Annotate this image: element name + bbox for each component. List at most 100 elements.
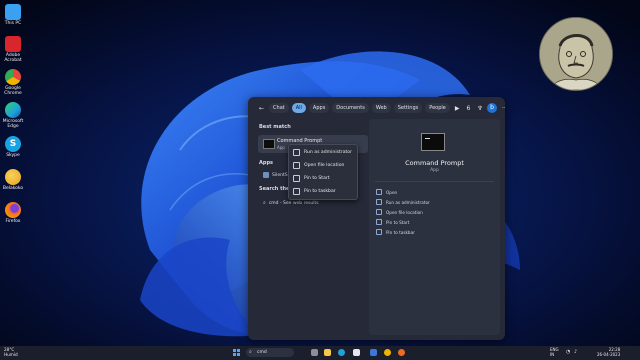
search-icon: ⌕ — [263, 200, 266, 206]
acrobat-icon — [5, 36, 21, 52]
action-open-file-location[interactable]: Open file location — [376, 209, 423, 215]
preview-title: Command Prompt — [405, 159, 464, 167]
desktop-icon-label: Google Chrome — [4, 86, 22, 96]
result-preview-pane: Command Prompt App Open Run as administr… — [369, 119, 500, 335]
edge-icon — [5, 102, 21, 118]
desktop-icon-skype[interactable]: S Skype — [0, 136, 26, 158]
lang-bottom: IN — [550, 352, 555, 357]
search-icon: ⌕ — [249, 349, 252, 355]
desktop-icon-label: Belakoko — [2, 186, 24, 191]
tab-web[interactable]: Web — [371, 103, 391, 113]
action-pin-to-start[interactable]: Pin to Start — [376, 219, 409, 225]
desktop-icon-this-pc[interactable]: This PC — [0, 4, 26, 26]
edge-taskbar-icon[interactable] — [338, 349, 345, 356]
taskbar-search-box[interactable]: ⌕ cmd — [246, 348, 294, 357]
clock-date: 26-04-2023 — [597, 352, 621, 357]
desktop-icon-label: Microsoft Edge — [2, 119, 24, 129]
tab-documents[interactable]: Documents — [332, 103, 369, 113]
ctx-pin-to-taskbar[interactable]: Pin to taskbar — [293, 188, 336, 195]
action-label: Open — [386, 189, 398, 195]
pin-icon — [376, 229, 382, 235]
search-tab-bar: ← Chat All Apps Documents Web Settings P… — [248, 97, 505, 119]
rewards-count[interactable]: 6 — [464, 105, 472, 112]
more-options-icon[interactable]: ··· — [500, 105, 505, 112]
desktop-icon-label: Adobe Acrobat — [4, 53, 22, 63]
desktop-icon-belakoko[interactable]: Belakoko — [0, 169, 26, 191]
ctx-label: Run as administrator — [304, 150, 353, 155]
action-label: Pin to taskbar — [386, 229, 415, 235]
shield-icon — [293, 149, 300, 156]
face-sketch-icon — [540, 18, 612, 90]
firefox-icon — [5, 202, 21, 218]
pin-icon — [293, 175, 300, 182]
tab-people[interactable]: People — [425, 103, 450, 113]
tab-settings[interactable]: Settings — [393, 103, 423, 113]
desktop-icon-label: This PC — [4, 21, 22, 26]
apps-heading: Apps — [259, 160, 274, 166]
desktop-icon-adobe-acrobat[interactable]: Adobe Acrobat — [0, 36, 26, 63]
volume-icon[interactable]: ♪ — [574, 347, 577, 357]
taskbar-search-text: cmd — [257, 350, 267, 355]
task-view-icon[interactable] — [311, 349, 318, 356]
bing-icon[interactable]: b — [487, 103, 497, 113]
file-explorer-icon[interactable] — [324, 349, 331, 356]
ctx-pin-to-start[interactable]: Pin to Start — [293, 175, 330, 182]
ctx-open-file-location[interactable]: Open file location — [293, 162, 344, 169]
folder-icon — [293, 162, 300, 169]
start-button[interactable] — [233, 349, 240, 356]
tab-apps[interactable]: Apps — [308, 103, 330, 113]
folder-icon — [376, 209, 382, 215]
open-icon — [376, 189, 382, 195]
preview-subtitle: App — [430, 168, 439, 173]
skype-icon: S — [5, 136, 21, 152]
play-more-icon[interactable]: ▶ — [453, 105, 462, 112]
chrome-icon — [5, 69, 21, 85]
wifi-icon[interactable]: ◔ — [566, 347, 570, 357]
tab-chat[interactable]: Chat — [269, 103, 289, 113]
trophy-icon[interactable]: ♆ — [475, 105, 484, 112]
app-result-item[interactable]: SilentSe — [263, 172, 290, 178]
action-label: Pin to Start — [386, 219, 410, 225]
pin-icon — [376, 219, 382, 225]
tab-all[interactable]: All — [291, 103, 306, 113]
mail-icon[interactable] — [370, 349, 377, 356]
language-indicator[interactable]: ENG IN — [550, 347, 559, 357]
ctx-label: Open file location — [304, 163, 345, 168]
command-prompt-large-icon — [421, 133, 445, 151]
best-match-heading: Best match — [259, 124, 291, 130]
context-menu: Run as administrator Open file location … — [288, 144, 358, 200]
action-run-as-admin[interactable]: Run as administrator — [376, 199, 430, 205]
weather-widget[interactable]: 28°C Humid — [4, 347, 18, 357]
windows-search-panel: ← Chat All Apps Documents Web Settings P… — [248, 97, 505, 340]
webcam-avatar — [539, 17, 613, 91]
ctx-run-as-admin[interactable]: Run as administrator — [293, 149, 352, 156]
app-icon — [263, 172, 269, 178]
belakoko-icon — [5, 169, 21, 185]
desktop-icon-label: Skype — [6, 153, 20, 158]
pin-icon — [293, 188, 300, 195]
desktop-icon-firefox[interactable]: Firefox — [0, 202, 26, 224]
ctx-label: Pin to taskbar — [304, 189, 336, 194]
web-result-label: cmd - See web results — [268, 200, 319, 206]
web-result-item[interactable]: ⌕ cmd - See web results — [263, 200, 319, 206]
desktop-icon-google-chrome[interactable]: Google Chrome — [0, 69, 26, 96]
action-open[interactable]: Open — [376, 189, 397, 195]
back-arrow-icon[interactable]: ← — [257, 105, 266, 112]
store-icon[interactable] — [353, 349, 360, 356]
clock[interactable]: 22:28 26-04-2023 — [597, 347, 620, 357]
firefox-taskbar-icon[interactable] — [398, 349, 405, 356]
best-match-subtitle: App — [277, 145, 285, 150]
action-label: Open file location — [386, 209, 423, 215]
desktop-icon-label: Firefox — [5, 219, 21, 224]
chrome-taskbar-icon[interactable] — [384, 349, 391, 356]
ctx-label: Pin to Start — [304, 176, 330, 181]
action-label: Run as administrator — [386, 199, 430, 205]
action-pin-to-taskbar[interactable]: Pin to taskbar — [376, 229, 415, 235]
taskbar: 28°C Humid ⌕ cmd ENG IN ◔ ♪ 22:28 26-04-… — [0, 346, 640, 360]
desktop-icon-microsoft-edge[interactable]: Microsoft Edge — [0, 102, 26, 129]
shield-icon — [376, 199, 382, 205]
divider — [375, 181, 494, 182]
monitor-icon — [5, 4, 21, 20]
command-prompt-icon — [263, 139, 275, 149]
weather-desc: Humid — [4, 352, 18, 357]
